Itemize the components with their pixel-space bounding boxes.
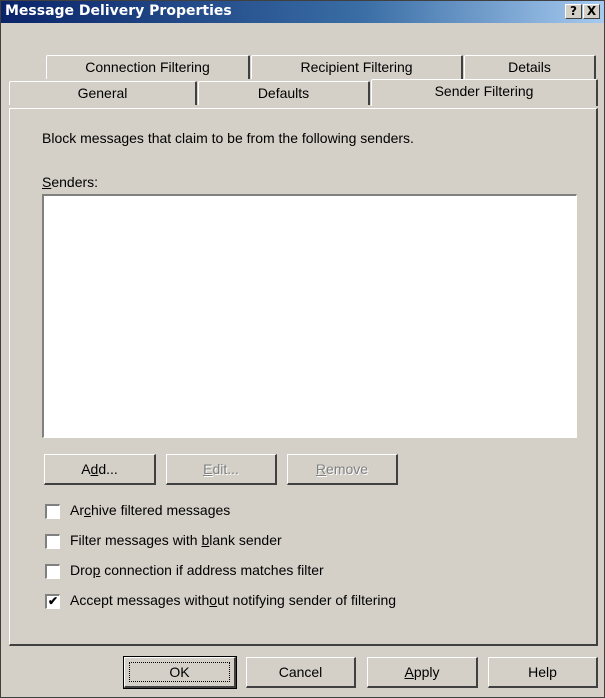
tab-connection-filtering[interactable]: Connection Filtering bbox=[46, 55, 250, 79]
help-button[interactable]: ? bbox=[565, 4, 582, 19]
accept-messages-checkbox[interactable]: ✔ bbox=[45, 594, 60, 609]
remove-button[interactable]: Remove bbox=[287, 454, 398, 485]
senders-label-rest: enders: bbox=[51, 174, 99, 190]
blank-sender-label: Filter messages with blank sender bbox=[70, 532, 282, 548]
edit-button[interactable]: Edit... bbox=[166, 454, 277, 485]
description-text: Block messages that claim to be from the… bbox=[42, 130, 414, 146]
drop-connection-checkbox[interactable] bbox=[45, 564, 60, 579]
senders-label-mnemonic: S bbox=[42, 174, 52, 190]
cancel-button[interactable]: Cancel bbox=[246, 657, 356, 688]
close-button[interactable]: X bbox=[583, 4, 600, 19]
senders-listbox[interactable] bbox=[42, 194, 577, 438]
tab-recipient-filtering[interactable]: Recipient Filtering bbox=[251, 55, 463, 79]
archive-filtered-label: Archive filtered messages bbox=[70, 502, 231, 518]
accept-messages-label: Accept messages without notifying sender… bbox=[70, 592, 397, 608]
title-bar[interactable]: Message Delivery Properties ? X bbox=[1, 1, 604, 23]
apply-button[interactable]: Apply bbox=[367, 657, 478, 688]
tab-general[interactable]: General bbox=[9, 81, 197, 105]
tab-defaults[interactable]: Defaults bbox=[198, 81, 370, 105]
focus-rect bbox=[129, 662, 230, 682]
add-button[interactable]: Add... bbox=[44, 454, 156, 485]
blank-sender-checkbox[interactable] bbox=[45, 534, 60, 549]
ok-button[interactable]: OK bbox=[123, 656, 237, 689]
drop-connection-label: Drop connection if address matches filte… bbox=[70, 562, 324, 578]
senders-label: Senders: bbox=[42, 174, 98, 190]
dialog-window: Message Delivery Properties ? X Connecti… bbox=[0, 0, 605, 698]
tab-sender-filtering[interactable]: Sender Filtering bbox=[371, 79, 598, 106]
window-title: Message Delivery Properties bbox=[5, 3, 232, 19]
tab-details[interactable]: Details bbox=[464, 55, 596, 79]
archive-filtered-checkbox[interactable] bbox=[45, 504, 60, 519]
help-footer-button[interactable]: Help bbox=[488, 657, 598, 688]
